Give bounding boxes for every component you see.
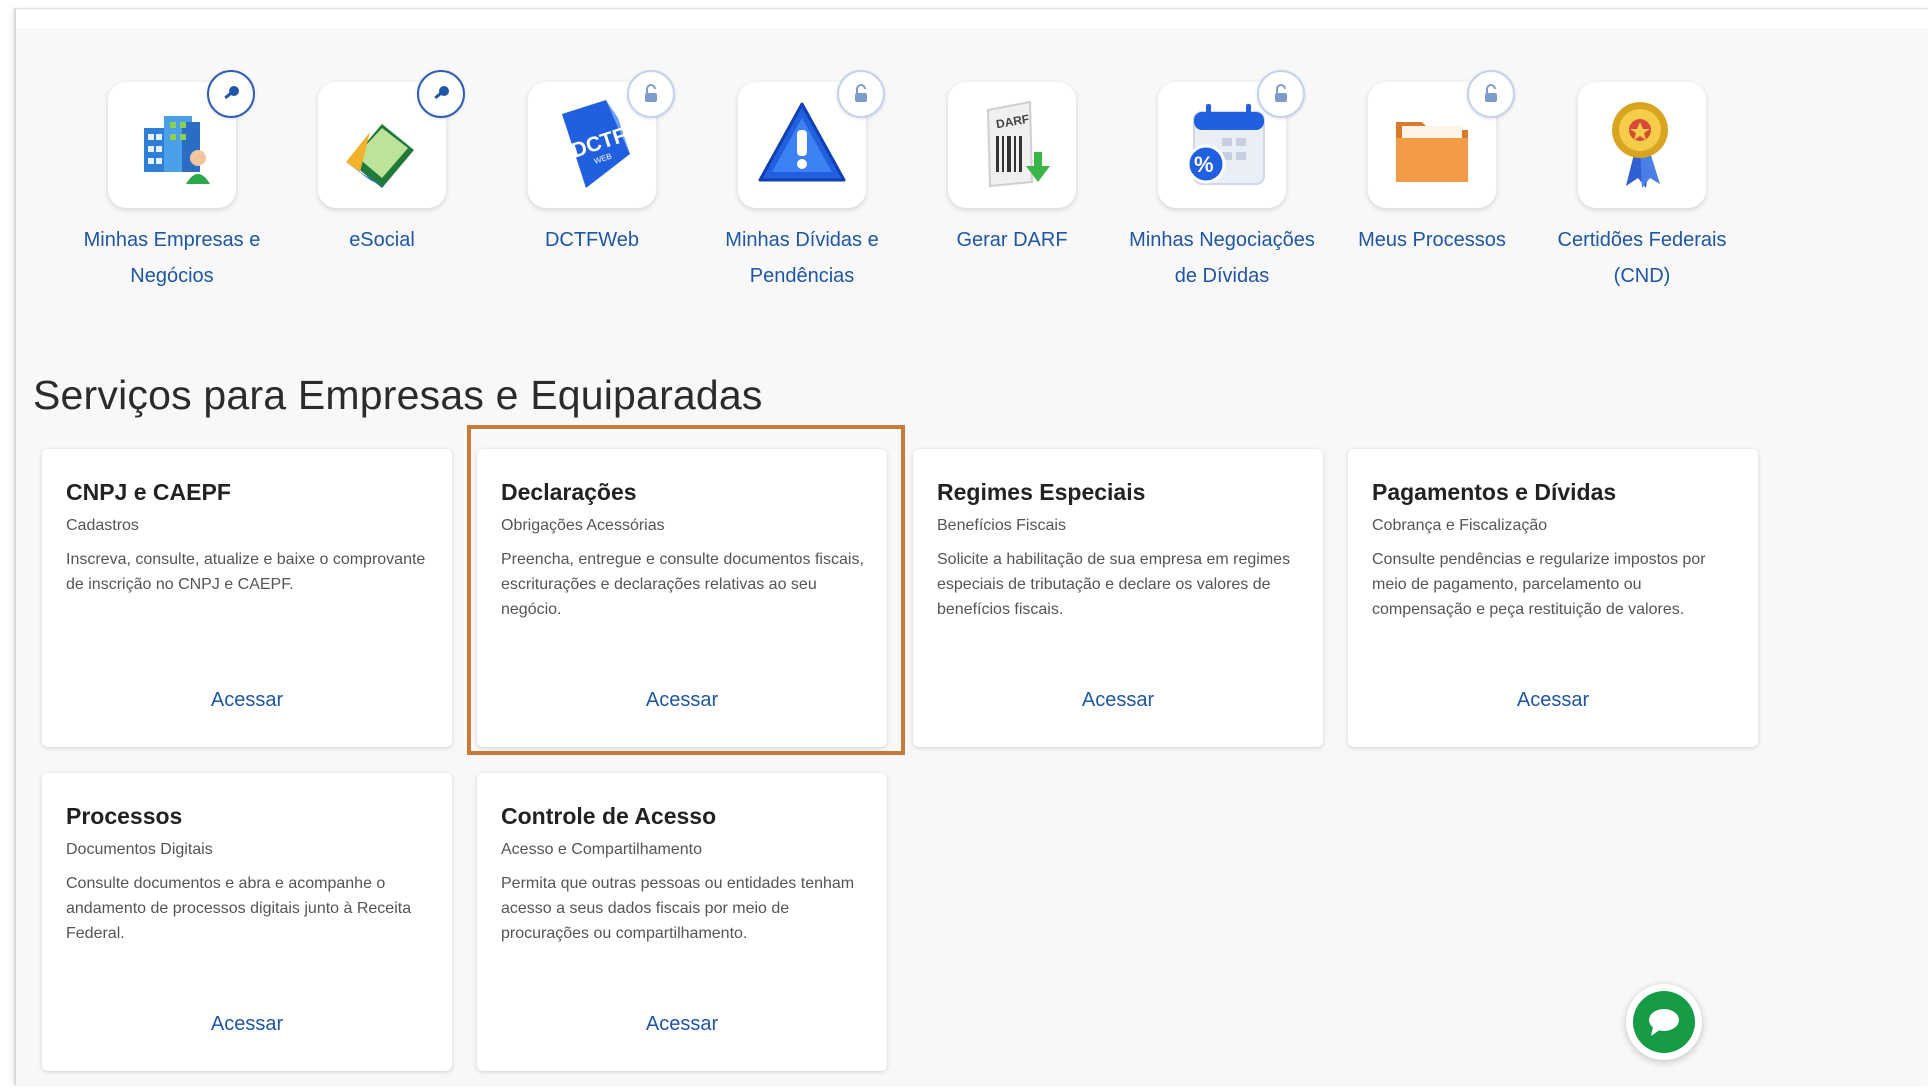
card-description: Solicite a habilitação de sua empresa em… <box>937 551 1291 618</box>
acessar-link[interactable]: Acessar <box>42 1013 452 1036</box>
chat-button-inner <box>1633 991 1695 1053</box>
lock-icon <box>627 70 675 118</box>
card-subtitle: Benefícios Fiscais <box>937 517 1066 534</box>
quick-access-label[interactable]: Minhas Empresas e Negócios <box>67 222 277 294</box>
quick-access-label[interactable]: Minhas Dívidas e Pendências <box>697 222 907 294</box>
service-card-cnpj: CNPJ e CAEPF Cadastros Inscreva, consult… <box>42 449 452 747</box>
folder-icon <box>1396 122 1468 182</box>
svg-text:%: % <box>1194 152 1214 177</box>
calendar-percent-icon: % <box>1186 104 1265 185</box>
quick-access-row: Minhas Empresas e Negócios eSocial DCTF … <box>0 0 1928 340</box>
card-title: Regimes Especiais <box>937 479 1146 505</box>
service-card-pagamentos: Pagamentos e Dívidas Cobrança e Fiscaliz… <box>1348 449 1758 747</box>
acessar-link[interactable]: Acessar <box>913 689 1323 712</box>
key-icon <box>417 70 465 118</box>
quick-access-label[interactable]: DCTFWeb <box>487 222 697 258</box>
warning-icon <box>758 102 846 182</box>
card-description: Inscreva, consulte, atualize e baixe o c… <box>66 551 426 593</box>
key-icon <box>207 70 255 118</box>
card-title: Pagamentos e Dívidas <box>1372 479 1617 505</box>
service-card-processos: Processos Documentos Digitais Consulte d… <box>42 773 452 1071</box>
quick-access-label[interactable]: Certidões Federais (CND) <box>1537 222 1747 294</box>
card-description: Permita que outras pessoas ou entidades … <box>501 875 855 942</box>
card-title: Controle de Acesso <box>501 803 717 829</box>
medal-icon <box>1612 102 1668 188</box>
esocial-icon <box>346 124 414 188</box>
card-title: CNPJ e CAEPF <box>66 479 231 505</box>
quick-access-label[interactable]: eSocial <box>277 222 487 258</box>
quick-access-label[interactable]: Meus Processos <box>1327 222 1537 258</box>
chat-bubble-icon <box>1649 1009 1679 1036</box>
lock-icon <box>1257 70 1305 118</box>
section-title: Serviços para Empresas e Equiparadas <box>33 372 763 418</box>
service-card-controle-acesso: Controle de Acesso Acesso e Compartilham… <box>477 773 887 1071</box>
card-title: Processos <box>66 803 183 829</box>
dctf-document-icon: DCTF WEB <box>562 100 630 188</box>
quick-access-label[interactable]: Minhas Negociações de Dívidas <box>1117 222 1327 294</box>
acessar-link[interactable]: Acessar <box>42 689 452 712</box>
lock-icon <box>837 70 885 118</box>
chat-button[interactable] <box>1626 984 1702 1060</box>
card-subtitle: Documentos Digitais <box>66 841 213 858</box>
card-description: Consulte documentos e abra e acompanhe o… <box>66 875 412 942</box>
card-subtitle: Acesso e Compartilhamento <box>501 841 702 858</box>
highlight-box <box>467 425 905 755</box>
card-subtitle: Cobrança e Fiscalização <box>1372 517 1548 534</box>
acessar-link[interactable]: Acessar <box>1348 689 1758 712</box>
darf-barcode-icon: DARF <box>986 100 1050 188</box>
lock-icon <box>1467 70 1515 118</box>
quick-access-tile[interactable]: DARF <box>948 82 1076 208</box>
quick-access-tile[interactable] <box>1578 82 1706 208</box>
quick-access-label[interactable]: Gerar DARF <box>907 222 1117 258</box>
card-description: Consulte pendências e regularize imposto… <box>1372 551 1706 618</box>
acessar-link[interactable]: Acessar <box>477 1013 887 1036</box>
buildings-icon <box>144 116 210 184</box>
service-card-regimes: Regimes Especiais Benefícios Fiscais Sol… <box>913 449 1323 747</box>
card-subtitle: Cadastros <box>66 517 139 534</box>
